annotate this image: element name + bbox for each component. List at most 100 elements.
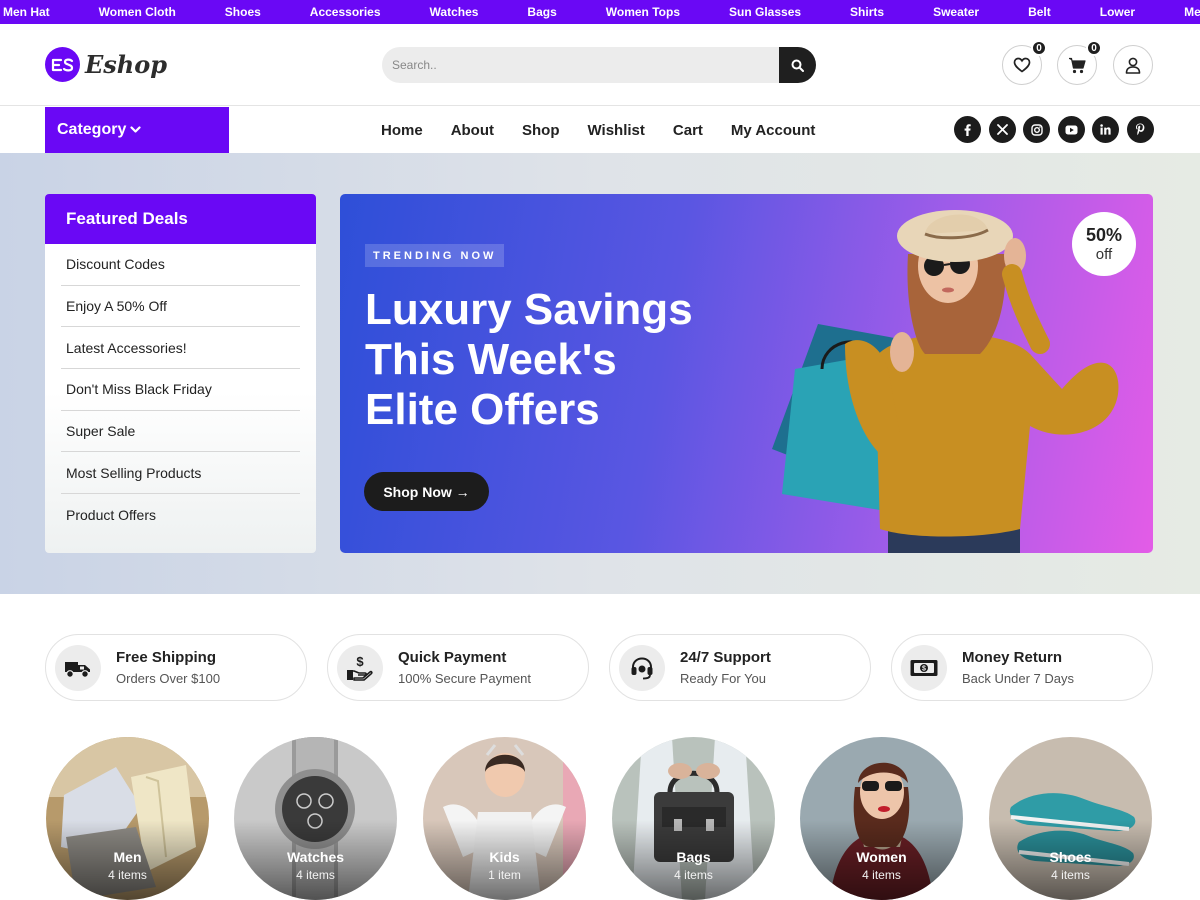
deal-link[interactable]: Discount Codes: [61, 244, 300, 286]
nav-my-account[interactable]: My Account: [731, 122, 815, 139]
deal-link[interactable]: Latest Accessories!: [61, 327, 300, 370]
top-category-link[interactable]: Belt: [1028, 5, 1051, 19]
featured-deals-panel: Featured Deals Discount Codes Enjoy A 50…: [45, 194, 316, 553]
pinterest-link[interactable]: [1126, 116, 1154, 143]
category-card-kids[interactable]: Kids 1 item: [423, 737, 586, 900]
feature-icon-wrap: [619, 644, 665, 691]
feature-icon-wrap: $: [901, 644, 947, 691]
category-dropdown-button[interactable]: Category: [45, 107, 229, 153]
linkedin-icon: [1100, 124, 1111, 135]
search-input[interactable]: [382, 47, 780, 83]
top-category-link[interactable]: Accessories: [310, 5, 381, 19]
category-count: 4 items: [1051, 868, 1090, 882]
search-button[interactable]: [779, 47, 816, 83]
category-count: 4 items: [296, 868, 335, 882]
deal-link[interactable]: Don't Miss Black Friday: [61, 369, 300, 411]
wishlist-button[interactable]: 0: [1002, 40, 1047, 85]
headset-icon: [631, 656, 653, 679]
top-category-link[interactable]: Lower: [1100, 5, 1135, 19]
feature-subtitle: Back Under 7 Days: [962, 671, 1074, 686]
deal-link[interactable]: Product Offers: [61, 494, 300, 536]
discount-badge: 50% off: [1072, 212, 1136, 276]
feature-free-shipping: Free Shipping Orders Over $100: [45, 634, 307, 701]
top-category-link[interactable]: Shirts: [850, 5, 884, 19]
featured-deals-list: Discount Codes Enjoy A 50% Off Latest Ac…: [45, 244, 316, 536]
linkedin-link[interactable]: [1092, 116, 1119, 143]
category-card-shoes[interactable]: Shoes 4 items: [989, 737, 1152, 900]
category-name: Women: [856, 849, 907, 865]
primary-nav: Home About Shop Wishlist Cart My Account: [381, 107, 843, 153]
category-name: Kids: [489, 849, 520, 865]
nav-cart[interactable]: Cart: [673, 122, 703, 139]
top-category-link[interactable]: Sun Glasses: [729, 5, 801, 19]
facebook-link[interactable]: [954, 116, 981, 143]
logo-mark-icon: [45, 47, 80, 82]
nav-about[interactable]: About: [451, 122, 494, 139]
nav-wishlist[interactable]: Wishlist: [588, 122, 645, 139]
top-category-link[interactable]: Women Tops: [606, 5, 680, 19]
deal-link[interactable]: Super Sale: [61, 411, 300, 453]
discount-percent: 50%: [1085, 225, 1123, 245]
top-category-link[interactable]: Bags: [527, 5, 556, 19]
site-logo[interactable]: Eshop: [45, 47, 167, 82]
x-icon: [996, 124, 1008, 135]
discount-off-label: off: [1095, 246, 1113, 263]
top-category-link[interactable]: Men Hat: [1184, 5, 1200, 19]
feature-icon-wrap: [55, 644, 101, 691]
shop-now-button[interactable]: Shop Now →: [364, 472, 489, 511]
trending-tag: TRENDING NOW: [365, 244, 505, 267]
instagram-link[interactable]: [1023, 116, 1050, 143]
category-card-women[interactable]: Women 4 items: [800, 737, 963, 900]
feature-subtitle: Orders Over $100: [116, 671, 221, 686]
chevron-down-icon: [130, 126, 141, 133]
category-name: Watches: [286, 849, 345, 865]
category-name: Men: [113, 849, 142, 865]
category-card-bags[interactable]: Bags 4 items: [612, 737, 775, 900]
category-label: Category: [57, 121, 127, 138]
top-category-link[interactable]: Women Cloth: [99, 5, 176, 19]
top-category-bar: Men Hat Women Cloth Shoes Accessories Wa…: [0, 0, 1200, 24]
cart-icon: [1069, 57, 1086, 73]
promo-banner: TRENDING NOW Luxury Savings This Week's …: [340, 194, 1153, 553]
facebook-icon: [964, 123, 971, 136]
svg-text:$: $: [356, 655, 364, 669]
top-category-link[interactable]: Watches: [430, 5, 479, 19]
category-card-watches[interactable]: Watches 4 items: [234, 737, 397, 900]
account-button[interactable]: [1113, 45, 1153, 85]
youtube-link[interactable]: [1057, 116, 1085, 143]
category-count: 4 items: [862, 868, 901, 882]
logo-text: Eshop: [85, 50, 168, 79]
feature-title: 24/7 Support: [680, 649, 771, 666]
feature-title: Quick Payment: [398, 649, 507, 666]
top-category-link[interactable]: Sweater: [933, 5, 979, 19]
top-category-link[interactable]: Shoes: [225, 5, 261, 19]
search-icon: [791, 59, 804, 72]
feature-title: Free Shipping: [116, 649, 217, 666]
feature-icon-wrap: $: [337, 644, 383, 691]
category-count: 1 item: [488, 868, 521, 882]
feature-subtitle: 100% Secure Payment: [398, 671, 531, 686]
cart-count-badge: 0: [1086, 40, 1102, 56]
deal-link[interactable]: Enjoy A 50% Off: [61, 286, 300, 328]
youtube-icon: [1065, 125, 1077, 134]
banner-title: Luxury Savings This Week's Elite Offers: [365, 285, 765, 435]
search-bar: [382, 47, 816, 83]
heart-icon: [1013, 57, 1031, 73]
category-card-men[interactable]: Men 4 items: [46, 737, 209, 900]
banner-title-line: Luxury Savings: [365, 285, 693, 334]
x-link[interactable]: [988, 116, 1016, 143]
category-name: Bags: [676, 849, 711, 865]
banner-title-line: Elite Offers: [365, 385, 600, 434]
wishlist-count-badge: 0: [1031, 40, 1047, 56]
site-header: Eshop 0 0: [0, 24, 1200, 106]
feature-title: Money Return: [962, 649, 1063, 666]
banner-title-line: This Week's: [365, 335, 617, 384]
user-icon: [1125, 57, 1141, 74]
cart-button[interactable]: 0: [1057, 40, 1102, 85]
category-name: Shoes: [1049, 849, 1092, 865]
feature-subtitle: Ready For You: [680, 671, 767, 686]
top-category-link[interactable]: Men Hat: [3, 5, 50, 19]
nav-home[interactable]: Home: [381, 122, 423, 139]
nav-shop[interactable]: Shop: [522, 122, 560, 139]
deal-link[interactable]: Most Selling Products: [61, 452, 300, 495]
